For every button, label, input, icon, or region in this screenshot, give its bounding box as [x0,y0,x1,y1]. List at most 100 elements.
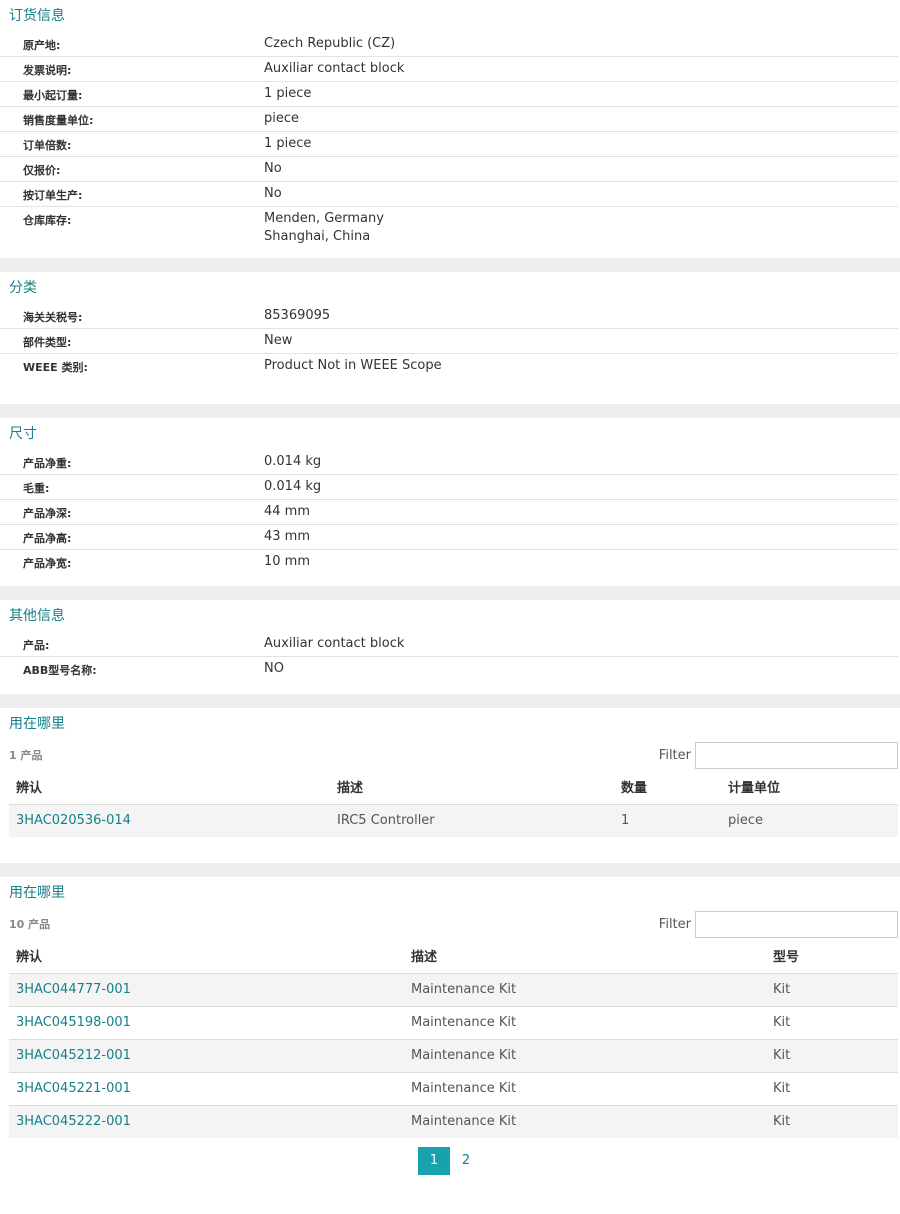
kv-row: 按订单生产: No [0,182,898,207]
field-value-line: No [264,161,282,176]
field-value: 1 piece [264,132,898,156]
list-toolbar: 10 产品 Filter [0,909,900,939]
pagination: 1 2 [0,1147,900,1175]
field-value: Czech Republic (CZ) [264,32,898,56]
table-header-row: 辨认 描述 型号 [9,939,898,973]
column-header-description: 描述 [411,950,438,966]
cell-type: Kit [766,1005,898,1039]
kv-row: 产品净高: 43 mm [0,525,898,550]
field-label: 产品净深: [23,507,72,520]
column-header-id: 辨认 [16,950,43,966]
field-value: No [264,182,898,206]
column-header-id: 辨认 [16,781,43,797]
kv-row: 发票说明: Auxiliar contact block [0,57,898,82]
cell-type: Kit [766,1104,898,1138]
kv-list: 产品净重: 0.014 kg 毛重: 0.014 kg 产品净深: 44 mm 产品净高: 4… [0,450,900,575]
field-value-line: piece [264,111,300,126]
kv-row: 最小起订量: 1 piece [0,82,898,107]
dimensions-section: 尺寸 产品净重: 0.014 kg 毛重: 0.014 kg 产品净深: 44 mm 产品净… [0,418,900,586]
kv-row: 海关关税号: 85369095 [0,304,898,329]
field-value-line: 10 mm [264,554,311,569]
field-value-line: 44 mm [264,504,311,519]
used-in-table: 辨认 描述 数量 计量单位 3HAC020536-014 IRC5 Contro… [9,770,898,837]
section-title: 订货信息 [9,8,65,24]
kv-list: 原产地: Czech Republic (CZ) 发票说明: Auxiliar con… [0,32,900,259]
table-row: 3HAC045212-001 Maintenance Kit Kit [9,1038,898,1072]
field-value-line: Product Not in WEEE Scope [264,358,442,373]
cell-description: IRC5 Controller [330,803,614,837]
field-label: WEEE 类别: [23,361,88,374]
field-value: Product Not in WEEE Scope [264,354,898,379]
section-divider [0,404,900,418]
page-button-2[interactable]: 2 [450,1147,482,1175]
kv-row: 部件类型: New [0,329,898,354]
cell-unit: piece [721,803,898,837]
filter-label: Filter [658,747,691,763]
kv-row: 毛重: 0.014 kg [0,475,898,500]
field-value-line: Auxiliar contact block [264,636,405,651]
part-id-link[interactable]: 3HAC045198-001 [9,1005,404,1039]
field-value-line: 85369095 [264,308,331,323]
filter-input[interactable] [695,910,898,938]
field-label: 发票说明: [23,64,72,77]
field-value-line: 1 piece [264,136,312,151]
list-toolbar: 1 产品 Filter [0,740,900,770]
section-divider [0,863,900,877]
cell-description: Maintenance Kit [404,1005,766,1039]
classification-section: 分类 海关关税号: 85369095 部件类型: New WEEE 类别: Product… [0,272,900,404]
field-label: 产品净宽: [23,557,72,570]
kv-row: 产品净深: 44 mm [0,500,898,525]
field-value-line: New [264,333,293,348]
field-label: 最小起订量: [23,89,83,102]
other-info-section: 其他信息 产品: Auxiliar contact block ABB型号名称: NO [0,600,900,694]
field-value: New [264,329,898,353]
field-value-line: Shanghai, China [264,229,371,244]
field-label: 订单倍数: [23,139,72,152]
kv-row: WEEE 类别: Product Not in WEEE Scope [0,354,898,379]
field-label: 仓库库存: [23,214,72,227]
field-value: 0.014 kg [264,475,898,499]
order-info-section: 订货信息 原产地: Czech Republic (CZ) 发票说明: Auxilia… [0,0,900,258]
filter-input[interactable] [695,741,898,769]
field-value-line: 0.014 kg [264,454,322,469]
kv-row: 原产地: Czech Republic (CZ) [0,32,898,57]
table-row: 3HAC045221-001 Maintenance Kit Kit [9,1071,898,1105]
field-value: NO [264,657,898,682]
part-id-link[interactable]: 3HAC020536-014 [9,803,330,837]
section-title: 用在哪里 [9,885,65,901]
field-label: 销售度量单位: [23,114,94,127]
field-value: Auxiliar contact block [264,632,898,656]
field-value-line: 43 mm [264,529,311,544]
column-header-unit: 计量单位 [728,781,781,797]
part-id-link[interactable]: 3HAC045222-001 [9,1104,404,1138]
section-divider [0,694,900,708]
field-value-line: Auxiliar contact block [264,61,405,76]
section-divider [0,258,900,272]
kv-row: 产品净宽: 10 mm [0,550,898,575]
section-title: 尺寸 [9,426,37,442]
field-label: 按订单生产: [23,189,83,202]
part-id-link[interactable]: 3HAC045212-001 [9,1038,404,1072]
table-row: 3HAC044777-001 Maintenance Kit Kit [9,972,898,1006]
part-id-link[interactable]: 3HAC044777-001 [9,972,404,1006]
kv-row: 仓库库存: Menden, Germany Shanghai, China [0,207,898,259]
cell-quantity: 1 [614,803,721,837]
product-count: 1 产品 [9,749,43,762]
cell-type: Kit [766,1071,898,1105]
column-header-quantity: 数量 [621,781,648,797]
table-row: 3HAC045222-001 Maintenance Kit Kit [9,1104,898,1138]
section-divider [0,586,900,600]
section-title: 其他信息 [9,608,65,624]
field-value: No [264,157,898,181]
kv-row: 销售度量单位: piece [0,107,898,132]
page-button-1[interactable]: 1 [418,1147,450,1175]
cell-description: Maintenance Kit [404,1038,766,1072]
field-value: Auxiliar contact block [264,57,898,81]
table-header-row: 辨认 描述 数量 计量单位 [9,770,898,804]
table-row: 3HAC020536-014 IRC5 Controller 1 piece [9,803,898,837]
table-row: 3HAC045198-001 Maintenance Kit Kit [9,1005,898,1039]
cell-type: Kit [766,1038,898,1072]
field-value-line: 1 piece [264,86,312,101]
field-value: 43 mm [264,525,898,549]
part-id-link[interactable]: 3HAC045221-001 [9,1071,404,1105]
